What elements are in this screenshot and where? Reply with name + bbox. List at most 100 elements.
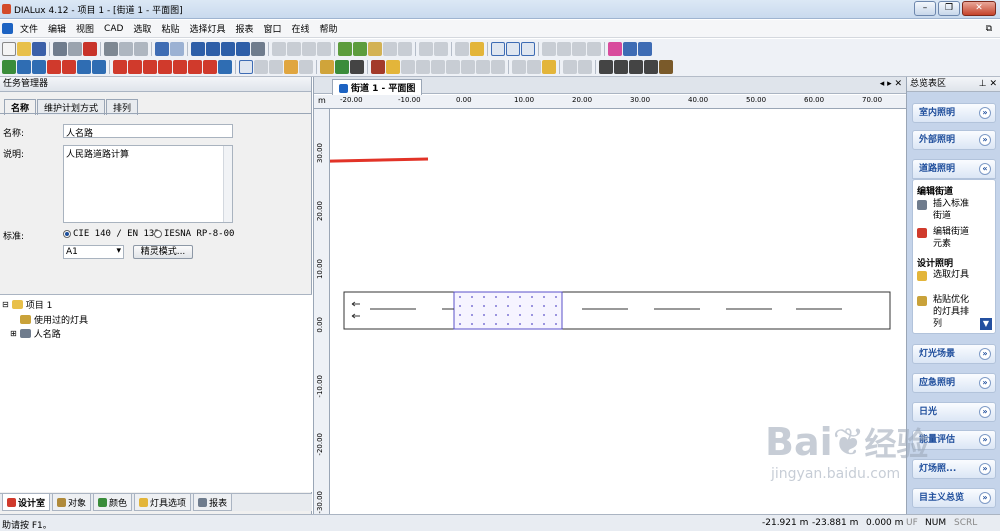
- zoom-fit-icon[interactable]: [302, 41, 316, 56]
- section-indoor[interactable]: 室内照明 »: [912, 103, 996, 123]
- paste-optimized-link[interactable]: 粘贴优化的灯具排列: [933, 294, 977, 330]
- layer-icon[interactable]: [542, 41, 556, 56]
- menu-select[interactable]: 选取: [128, 22, 156, 35]
- render-icon[interactable]: [434, 41, 448, 56]
- tab-road-plan[interactable]: 街道 1 - 平面图: [332, 79, 423, 95]
- lamp-circle-icon[interactable]: [158, 60, 172, 74]
- save-icon[interactable]: [32, 41, 46, 56]
- hand-icon[interactable]: [284, 60, 298, 74]
- tool-m-icon[interactable]: [512, 60, 526, 74]
- undo-icon[interactable]: [155, 41, 169, 56]
- restore-button[interactable]: ❐: [938, 1, 960, 16]
- view3d-icon[interactable]: [191, 41, 205, 56]
- grid-icon[interactable]: [491, 41, 505, 56]
- tool-e-icon[interactable]: [386, 60, 400, 74]
- texture-icon[interactable]: [368, 41, 382, 56]
- radio-cie[interactable]: CIE 140 / EN 132: [63, 229, 160, 239]
- object-icon[interactable]: [338, 41, 352, 56]
- luminaire-rot-icon[interactable]: [455, 41, 469, 56]
- redo-icon[interactable]: [170, 41, 184, 56]
- section-road[interactable]: 道路照明 «: [912, 159, 996, 179]
- scroll-down-button[interactable]: ▼: [980, 318, 992, 330]
- walk-icon[interactable]: [299, 60, 313, 74]
- tool-f-icon[interactable]: [401, 60, 415, 74]
- menu-online[interactable]: 在线: [287, 22, 315, 35]
- menu-view[interactable]: 视图: [71, 22, 99, 35]
- name-field[interactable]: 人名路: [63, 124, 233, 139]
- description-scrollbar[interactable]: [223, 146, 232, 222]
- light-scene-icon[interactable]: [398, 41, 412, 56]
- tool-d-icon[interactable]: [371, 60, 385, 74]
- edit-road-elements-link[interactable]: 编辑街道元素: [933, 226, 973, 250]
- split-icon[interactable]: [638, 41, 652, 56]
- orbit-icon[interactable]: [269, 60, 283, 74]
- lamp-field-icon[interactable]: [143, 60, 157, 74]
- section-emergency[interactable]: 应急照明 »: [912, 373, 996, 393]
- zoom-icon[interactable]: [251, 41, 265, 56]
- cg-icon[interactable]: [77, 60, 91, 74]
- menu-file[interactable]: 文件: [15, 22, 43, 35]
- zoom-in-icon[interactable]: [272, 41, 286, 56]
- wizard-mode-button[interactable]: 精灵模式...: [133, 245, 193, 259]
- new-icon[interactable]: [2, 41, 16, 56]
- road-icon[interactable]: [32, 60, 46, 74]
- tool-i-icon[interactable]: [446, 60, 460, 74]
- side-icon[interactable]: [236, 41, 250, 56]
- tool-j-icon[interactable]: [461, 60, 475, 74]
- zoom-out-icon[interactable]: [287, 41, 301, 56]
- layer2-icon[interactable]: [557, 41, 571, 56]
- dxf-icon[interactable]: [521, 41, 535, 56]
- ugr-icon[interactable]: [92, 60, 106, 74]
- snap-icon[interactable]: [506, 41, 520, 56]
- tree-item-project[interactable]: ⊟ 项目 1: [2, 298, 52, 311]
- measure-icon[interactable]: [317, 41, 331, 56]
- select-luminaire-link[interactable]: 选取灯具: [933, 269, 973, 281]
- calc-icon[interactable]: [419, 41, 433, 56]
- hatch-icon[interactable]: [587, 41, 601, 56]
- menu-window[interactable]: 窗口: [258, 22, 286, 35]
- menu-cad[interactable]: CAD: [99, 24, 128, 34]
- menu-paste[interactable]: 粘贴: [156, 22, 184, 35]
- line-icon[interactable]: [599, 60, 613, 74]
- key-icon[interactable]: [572, 41, 586, 56]
- tool-b-icon[interactable]: [335, 60, 349, 74]
- tab-reports[interactable]: 报表: [193, 494, 233, 511]
- tool-l-icon[interactable]: [491, 60, 505, 74]
- section-light-scenes[interactable]: 灯光场景 »: [912, 344, 996, 364]
- paste-icon[interactable]: [134, 41, 148, 56]
- tab-objects[interactable]: 对象: [52, 494, 92, 511]
- lamp-road-icon[interactable]: [173, 60, 187, 74]
- menu-help[interactable]: 帮助: [315, 22, 343, 35]
- circle-tool-icon[interactable]: [644, 60, 658, 74]
- pin-icon[interactable]: ⊥ ✕: [979, 77, 997, 91]
- light-aim-icon[interactable]: [470, 41, 484, 56]
- tree-item-used-luminaires[interactable]: 使用过的灯具: [20, 313, 88, 326]
- calc-point-icon[interactable]: [62, 60, 76, 74]
- lamp-line-icon[interactable]: [128, 60, 142, 74]
- class-select[interactable]: A1 ▾: [63, 245, 124, 259]
- mdi-restore-icon[interactable]: ⧉: [986, 24, 992, 34]
- close-button[interactable]: ✕: [962, 1, 996, 16]
- tool-c-icon[interactable]: [350, 60, 364, 74]
- tab-luminaires[interactable]: 灯具选项: [134, 494, 192, 511]
- plan-icon[interactable]: [206, 41, 220, 56]
- tree-item-road[interactable]: ⊞ 人名路: [10, 327, 61, 340]
- pdf-icon[interactable]: [83, 41, 97, 56]
- window-icon[interactable]: [623, 41, 637, 56]
- minimize-button[interactable]: –: [914, 1, 936, 16]
- tool-q-icon[interactable]: [578, 60, 592, 74]
- tool-o-icon[interactable]: [542, 60, 556, 74]
- tool-n-icon[interactable]: [527, 60, 541, 74]
- tool-a-icon[interactable]: [320, 60, 334, 74]
- section-outdoor[interactable]: 外部照明 »: [912, 130, 996, 150]
- tool-p-icon[interactable]: [563, 60, 577, 74]
- cut-icon[interactable]: [104, 41, 118, 56]
- radio-iesna[interactable]: IESNA RP-8-00: [154, 229, 234, 239]
- pointer-icon[interactable]: [239, 60, 253, 74]
- tree-icon[interactable]: [608, 41, 622, 56]
- lamp-single-icon[interactable]: [113, 60, 127, 74]
- polyline-icon[interactable]: [614, 60, 628, 74]
- menu-report[interactable]: 报表: [230, 22, 258, 35]
- tab-colors[interactable]: 颜色: [93, 494, 133, 511]
- copy-icon[interactable]: [119, 41, 133, 56]
